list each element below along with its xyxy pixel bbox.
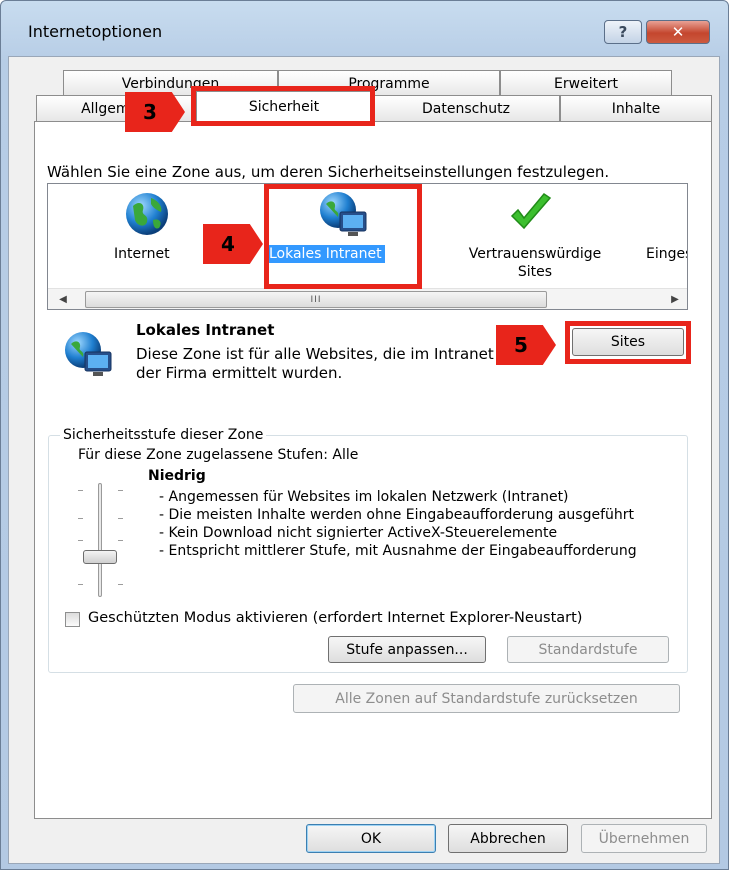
annotation-box-sites bbox=[565, 321, 691, 364]
zone-instruction-text: Wählen Sie eine Zone aus, um deren Siche… bbox=[47, 163, 610, 181]
ok-button[interactable]: OK bbox=[306, 824, 436, 853]
slider-tick bbox=[78, 584, 83, 585]
close-button[interactable]: ✕ bbox=[646, 20, 710, 44]
zone-internet[interactable]: Internet bbox=[108, 190, 194, 282]
level-bullet: - Angemessen für Websites im lokalen Net… bbox=[159, 489, 569, 505]
globe-icon bbox=[126, 193, 168, 235]
zone-eingeschraenkte-sites[interactable]: Eingeschränkte Sites bbox=[646, 190, 687, 286]
intranet-icon bbox=[65, 332, 112, 376]
security-level-description: - Angemessen für Websites im lokalen Net… bbox=[148, 488, 663, 560]
slider-tick bbox=[118, 518, 123, 519]
scroll-left-arrow-icon[interactable]: ◀ bbox=[54, 289, 72, 309]
scroll-right-arrow-icon[interactable]: ▶ bbox=[666, 289, 684, 309]
selected-zone-name: Lokales Intranet bbox=[136, 321, 275, 339]
slider-tick bbox=[78, 490, 83, 491]
zone-label: Internet bbox=[114, 246, 170, 262]
slider-tick bbox=[118, 490, 123, 491]
zone-vertrauenswuerdige-sites[interactable]: Vertrauenswürdige Sites bbox=[452, 190, 618, 286]
security-level-name: Niedrig bbox=[148, 468, 206, 484]
slider-tick bbox=[78, 518, 83, 519]
security-level-slider-track bbox=[98, 483, 102, 597]
zone-label: Eingeschränkte Sites bbox=[646, 246, 687, 262]
level-bullet: - Entspricht mittlerer Stufe, mit Ausnah… bbox=[159, 543, 637, 559]
protected-mode-label[interactable]: Geschützten Modus aktivieren (erfordert … bbox=[88, 610, 582, 626]
protected-mode-checkbox[interactable] bbox=[65, 612, 80, 627]
cancel-button[interactable]: Abbrechen bbox=[448, 824, 568, 853]
tab-datenschutz[interactable]: Datenschutz bbox=[372, 95, 560, 121]
help-button[interactable]: ? bbox=[604, 20, 642, 44]
slider-tick bbox=[118, 584, 123, 585]
zone-label: Vertrauenswürdige Sites bbox=[468, 246, 602, 280]
allowed-levels-text: Für diese Zone zugelassene Stufen: Alle bbox=[78, 447, 359, 463]
selected-zone-description: Diese Zone ist für alle Websites, die im… bbox=[136, 345, 494, 382]
tab-erweitert[interactable]: Erweitert bbox=[500, 70, 672, 96]
slider-tick bbox=[78, 540, 83, 541]
checkmark-icon bbox=[510, 193, 552, 230]
slider-tick bbox=[118, 540, 123, 541]
security-level-legend: Sicherheitsstufe dieser Zone bbox=[60, 427, 267, 443]
default-level-button[interactable]: Standardstufe bbox=[507, 636, 669, 663]
apply-button[interactable]: Übernehmen bbox=[581, 824, 707, 853]
annotation-box-zone bbox=[264, 184, 422, 289]
tab-inhalte[interactable]: Inhalte bbox=[560, 95, 712, 121]
scrollbar-thumb[interactable]: III bbox=[85, 291, 547, 308]
window-title: Internetoptionen bbox=[28, 22, 163, 41]
level-bullet: - Die meisten Inhalte werden ohne Eingab… bbox=[159, 507, 635, 523]
level-bullet: - Kein Download nicht signierter ActiveX… bbox=[159, 525, 558, 541]
zone-list-scrollbar[interactable]: ◀ III ▶ bbox=[48, 288, 687, 309]
custom-level-button[interactable]: Stufe anpassen... bbox=[328, 636, 486, 663]
security-level-slider-thumb[interactable] bbox=[83, 550, 117, 564]
annotation-box-tab bbox=[191, 86, 375, 126]
reset-all-zones-button[interactable]: Alle Zonen auf Standardstufe zurücksetze… bbox=[293, 684, 680, 713]
